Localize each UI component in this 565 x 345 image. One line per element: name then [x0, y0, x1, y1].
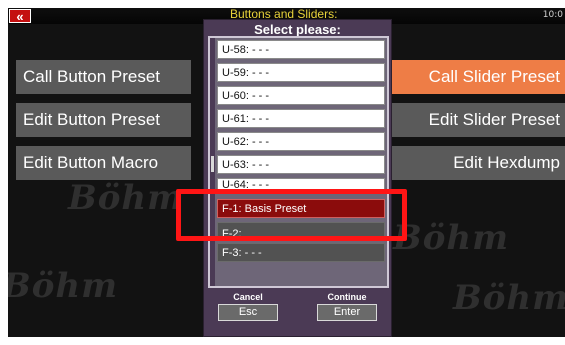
edit-button-macro-button[interactable]: Edit Button Macro [16, 146, 191, 180]
bohm-logo-watermark: Böhm [393, 218, 510, 258]
list-item[interactable]: U-59: - - - [217, 63, 385, 82]
dialog-title: Select please: [254, 22, 341, 37]
list-item[interactable]: U-61: - - - [217, 109, 385, 128]
highlight-frame [176, 189, 407, 241]
select-dialog: Select please: U-58: - - - U-59: - - - U… [203, 19, 392, 337]
scrollbar-thumb[interactable] [211, 156, 214, 172]
list-item[interactable]: U-62: - - - [217, 132, 385, 151]
bohm-logo-watermark: Böhm [453, 278, 565, 318]
list-scrollbar[interactable] [210, 38, 215, 286]
preset-list: U-58: - - - U-59: - - - U-60: - - - U-61… [208, 36, 389, 288]
edit-slider-preset-button[interactable]: Edit Slider Preset [388, 103, 565, 137]
bohm-logo-watermark: Böhm [8, 266, 119, 306]
list-item[interactable]: U-63: - - - [217, 155, 385, 174]
bohm-logo-watermark: Böhm [68, 178, 185, 218]
list-item[interactable]: F-3: - - - [217, 243, 385, 262]
cancel-label: Cancel [233, 292, 263, 302]
enter-button[interactable]: Enter [317, 304, 377, 321]
call-button-preset-button[interactable]: Call Button Preset [16, 60, 191, 94]
list-item[interactable]: U-58: - - - [217, 40, 385, 59]
list-item[interactable]: U-60: - - - [217, 86, 385, 105]
esc-button[interactable]: Esc [218, 304, 278, 321]
continue-label: Continue [327, 292, 367, 302]
double-chevron-left-icon[interactable]: « [9, 9, 31, 23]
clock-readout: 10:0 [542, 10, 563, 20]
edit-hexdump-button[interactable]: Edit Hexdump [388, 146, 565, 180]
call-slider-preset-button[interactable]: Call Slider Preset [388, 60, 565, 94]
organ-screen: « Buttons and Sliders: 10:0 Böhm Böhm Bö… [8, 8, 565, 337]
edit-button-preset-button[interactable]: Edit Button Preset [16, 103, 191, 137]
